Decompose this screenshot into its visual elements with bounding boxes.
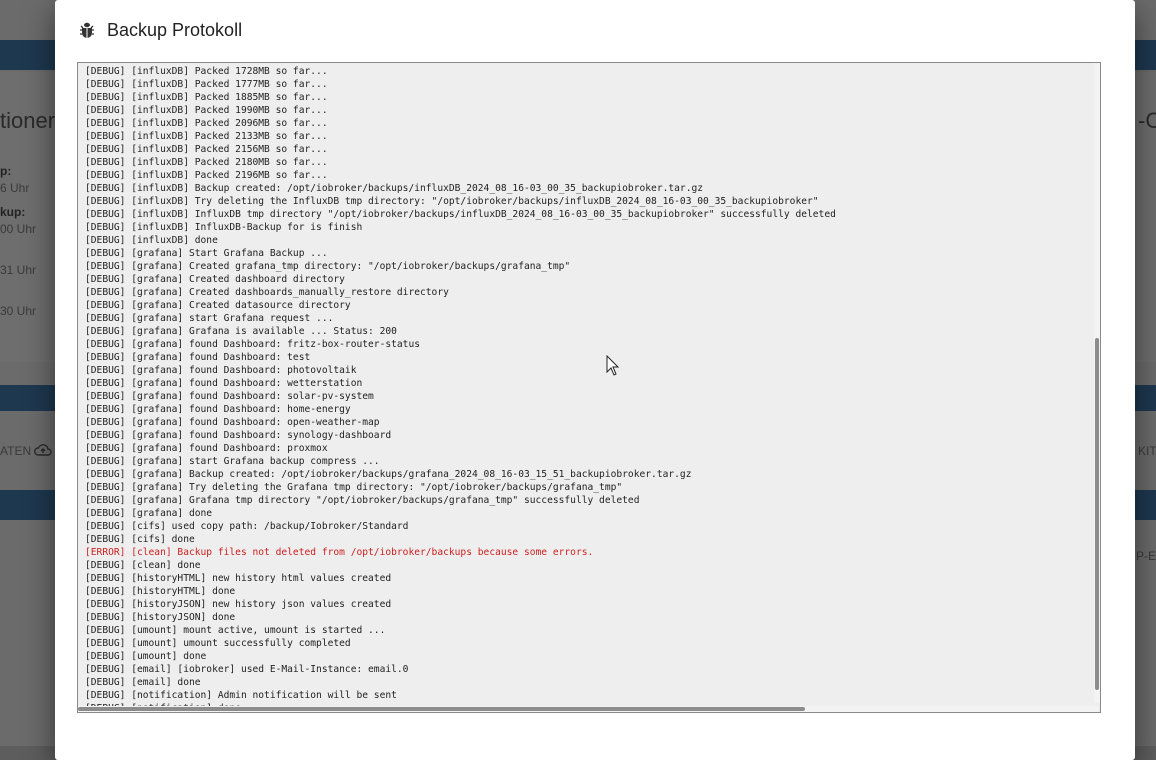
log-line: [DEBUG] [email] done [85,677,201,688]
log-line: [DEBUG] [historyHTML] done [85,586,236,597]
mouse-cursor-icon [606,355,620,376]
vertical-scrollbar-thumb[interactable] [1095,338,1099,690]
horizontal-scrollbar[interactable] [78,706,1098,712]
log-line: [DEBUG] [influxDB] Try deleting the Infl… [85,196,819,207]
log-line: [DEBUG] [cifs] done [85,534,195,545]
log-line: [DEBUG] [cifs] used copy path: /backup/I… [85,521,409,532]
log-line: [DEBUG] [influxDB] Packed 1777MB so far.… [85,79,328,90]
dialog-header: Backup Protokoll [79,18,242,42]
background-button-fragment: ATEN [0,444,32,458]
background-label: kup: [0,205,26,219]
log-line: [DEBUG] [grafana] Grafana is available .… [85,326,397,337]
background-title-fragment-right: -C [1138,108,1156,133]
background-value: 30 Uhr [0,304,37,318]
log-line: [DEBUG] [grafana] found Dashboard: fritz… [85,339,421,350]
log-line: [DEBUG] [influxDB] Packed 2156MB so far.… [85,144,328,155]
log-line: [DEBUG] [historyHTML] new history html v… [85,573,392,584]
log-line: [DEBUG] [influxDB] Packed 1990MB so far.… [85,105,328,116]
log-lines: [DEBUG] [influxDB] Packed 1728MB so far.… [85,65,1088,712]
log-line: [DEBUG] [grafana] Created dashboards_man… [85,287,449,298]
dialog-title: Backup Protokoll [107,19,243,40]
log-line: [DEBUG] [influxDB] Packed 2096MB so far.… [85,118,328,129]
log-line: [DEBUG] [grafana] found Dashboard: test [85,352,311,363]
background-value: 00 Uhr [0,222,37,236]
log-line: [DEBUG] [grafana] found Dashboard: solar… [85,391,374,402]
log-line: [DEBUG] [grafana] found Dashboard: proxm… [85,443,328,454]
log-line: [DEBUG] [umount] mount active, umount is… [85,625,386,636]
log-line: [DEBUG] [grafana] Created datasource dir… [85,300,351,311]
log-line: [DEBUG] [influxDB] Packed 2133MB so far.… [85,131,328,142]
log-line: [DEBUG] [grafana] found Dashboard: open-… [85,417,380,428]
background-value: 6 Uhr [0,181,30,195]
log-line: [DEBUG] [historyJSON] new history json v… [85,599,392,610]
log-line: [DEBUG] [umount] umount successfully com… [85,638,351,649]
log-line: [DEBUG] [grafana] found Dashboard: home-… [85,404,351,415]
log-line: [DEBUG] [grafana] Backup created: /opt/i… [85,469,692,480]
log-line: [DEBUG] [grafana] start Grafana request … [85,313,334,324]
log-line: [DEBUG] [influxDB] InfluxDB tmp director… [85,209,836,220]
log-line: [DEBUG] [grafana] found Dashboard: wette… [85,378,363,389]
log-line: [DEBUG] [influxDB] InfluxDB-Backup for i… [85,222,363,233]
log-line: [DEBUG] [historyJSON] done [85,612,236,623]
log-line: [DEBUG] [clean] done [85,560,201,571]
log-line: [DEBUG] [grafana] Try deleting the Grafa… [85,482,623,493]
log-line: [DEBUG] [grafana] Created dashboard dire… [85,274,345,285]
log-line: [DEBUG] [email] [iobroker] used E-Mail-I… [85,664,409,675]
background-field-fragment: P-E [1136,549,1156,563]
log-line: [DEBUG] [influxDB] done [85,235,218,246]
bug-icon [79,21,95,39]
log-line: [DEBUG] [grafana] Grafana tmp directory … [85,495,640,506]
background-label: p: [0,164,12,178]
log-line: [DEBUG] [influxDB] Backup created: /opt/… [85,183,704,194]
log-line: [DEBUG] [grafana] found Dashboard: photo… [85,365,357,376]
cloud-upload-icon [34,443,52,462]
log-line: [DEBUG] [umount] done [85,651,207,662]
log-line: [DEBUG] [influxDB] Packed 2180MB so far.… [85,157,328,168]
log-line: [DEBUG] [grafana] found Dashboard: synol… [85,430,392,441]
log-output[interactable]: [DEBUG] [influxDB] Packed 1728MB so far.… [77,62,1101,713]
backup-log-dialog: Backup Protokoll [DEBUG] [influxDB] Pack… [55,0,1135,760]
log-line: [DEBUG] [grafana] done [85,508,213,519]
log-line: [DEBUG] [influxDB] Packed 2196MB so far.… [85,170,328,181]
log-line: [DEBUG] [notification] Admin notificatio… [85,690,397,701]
background-value: 31 Uhr [0,263,37,277]
log-line: [DEBUG] [influxDB] Packed 1728MB so far.… [85,66,328,77]
log-line: [DEBUG] [grafana] Start Grafana Backup .… [85,248,328,259]
background-button-fragment-right: KIT [1138,444,1156,458]
log-line: [DEBUG] [grafana] start Grafana backup c… [85,456,380,467]
horizontal-scrollbar-thumb[interactable] [78,707,805,711]
log-line: [DEBUG] [grafana] Created grafana_tmp di… [85,261,571,272]
log-line-error: [ERROR] [clean] Backup files not deleted… [85,547,594,558]
vertical-scrollbar[interactable] [1094,63,1100,703]
log-line: [DEBUG] [influxDB] Packed 1885MB so far.… [85,92,328,103]
background-title-fragment: tioner [0,108,56,133]
